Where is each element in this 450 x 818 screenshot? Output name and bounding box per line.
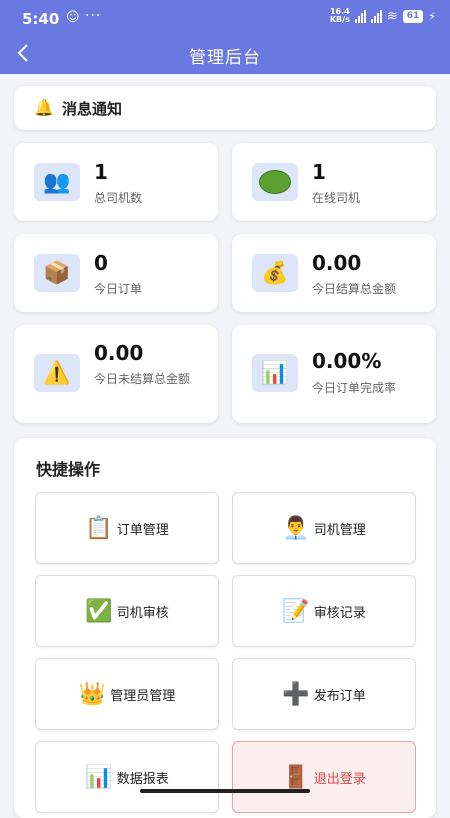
- publish-order-button[interactable]: ➕ 发布订单: [232, 658, 416, 730]
- quick-actions-panel: 快捷操作 📋 订单管理 👨‍💼 司机管理 ✅ 司机审核 📝 审核记录 👑 管理员…: [14, 438, 436, 818]
- button-label: 司机审核: [116, 605, 169, 621]
- stat-card-today-orders: 📦 0 今日订单: [14, 234, 218, 312]
- quick-actions-title: 快捷操作: [36, 460, 101, 479]
- plus-icon: ➕: [282, 681, 310, 707]
- stat-label: 今日订单完成率: [312, 381, 397, 395]
- charging-icon: ⚡: [428, 9, 436, 23]
- bell-icon: 🔔: [34, 98, 54, 117]
- notification-label: 消息通知: [62, 100, 123, 118]
- app-notification-icon: ☺: [66, 10, 80, 25]
- signal-1-icon: [354, 9, 366, 23]
- status-bar: 5:40 ☺ ··· 16.4 KB/s ≋ 61 ⚡: [0, 0, 450, 34]
- check-mark-icon: ✅: [85, 598, 113, 624]
- notification-bar[interactable]: 🔔 消息通知: [14, 86, 436, 130]
- order-management-button[interactable]: 📋 订单管理: [35, 492, 219, 564]
- driver-management-button[interactable]: 👨‍💼 司机管理: [232, 492, 416, 564]
- status-time: 5:40: [22, 10, 60, 28]
- stat-card-total-drivers: 👥 1 总司机数: [14, 143, 218, 221]
- stat-card-unsettled-amount: ⚠️ 0.00 今日未结算总金额: [14, 325, 218, 423]
- network-speed: 16.4 KB/s: [329, 7, 350, 24]
- review-records-button[interactable]: 📝 审核记录: [232, 575, 416, 647]
- stat-label: 总司机数: [94, 191, 143, 205]
- bar-chart-icon: 📊: [85, 764, 113, 790]
- button-label: 发布订单: [313, 688, 366, 704]
- admin-management-button[interactable]: 👑 管理员管理: [35, 658, 219, 730]
- button-label: 退出登录: [313, 771, 366, 787]
- page-title: 管理后台: [189, 48, 261, 68]
- man-office-worker-icon: 👨‍💼: [282, 515, 310, 541]
- door-icon: 🚪: [282, 764, 310, 790]
- button-label: 数据报表: [116, 771, 169, 787]
- bar-chart-icon: 📊: [252, 354, 298, 392]
- stat-value: 0.00: [312, 251, 362, 275]
- more-notifications-icon: ···: [85, 8, 102, 24]
- stat-card-online-drivers: 1 在线司机: [232, 143, 436, 221]
- money-bag-icon: 💰: [252, 254, 298, 292]
- stat-value: 0.00: [94, 341, 144, 365]
- stat-label: 今日未结算总金额: [94, 372, 191, 386]
- button-label: 司机管理: [313, 522, 366, 538]
- online-status-icon: [252, 163, 298, 201]
- package-icon: 📦: [34, 254, 80, 292]
- home-indicator[interactable]: [140, 789, 310, 793]
- button-label: 审核记录: [313, 605, 366, 621]
- battery-icon: 61: [402, 9, 424, 23]
- stat-card-settled-amount: 💰 0.00 今日结算总金额: [232, 234, 436, 312]
- stat-label: 今日订单: [94, 282, 143, 296]
- signal-2-icon: [370, 9, 382, 23]
- memo-icon: 📝: [282, 598, 310, 624]
- stat-card-completion-rate: 📊 0.00% 今日订单完成率: [232, 325, 436, 423]
- driver-review-button[interactable]: ✅ 司机审核: [35, 575, 219, 647]
- data-report-button[interactable]: 📊 数据报表: [35, 741, 219, 813]
- stat-value: 0.00%: [312, 349, 382, 373]
- crown-icon: 👑: [78, 681, 107, 707]
- clipboard-icon: 📋: [85, 515, 113, 541]
- users-icon: 👥: [34, 163, 80, 201]
- stat-value: 1: [94, 160, 108, 184]
- stat-label: 在线司机: [312, 191, 361, 205]
- warning-icon: ⚠️: [34, 354, 80, 392]
- stat-label: 今日结算总金额: [312, 282, 397, 296]
- nav-bar: 管理后台: [0, 34, 450, 74]
- wifi-icon: ≋: [386, 8, 398, 24]
- button-label: 订单管理: [116, 522, 169, 538]
- stat-value: 0: [94, 251, 108, 275]
- logout-button[interactable]: 🚪 退出登录: [232, 741, 416, 813]
- button-label: 管理员管理: [110, 688, 176, 704]
- stat-value: 1: [312, 160, 326, 184]
